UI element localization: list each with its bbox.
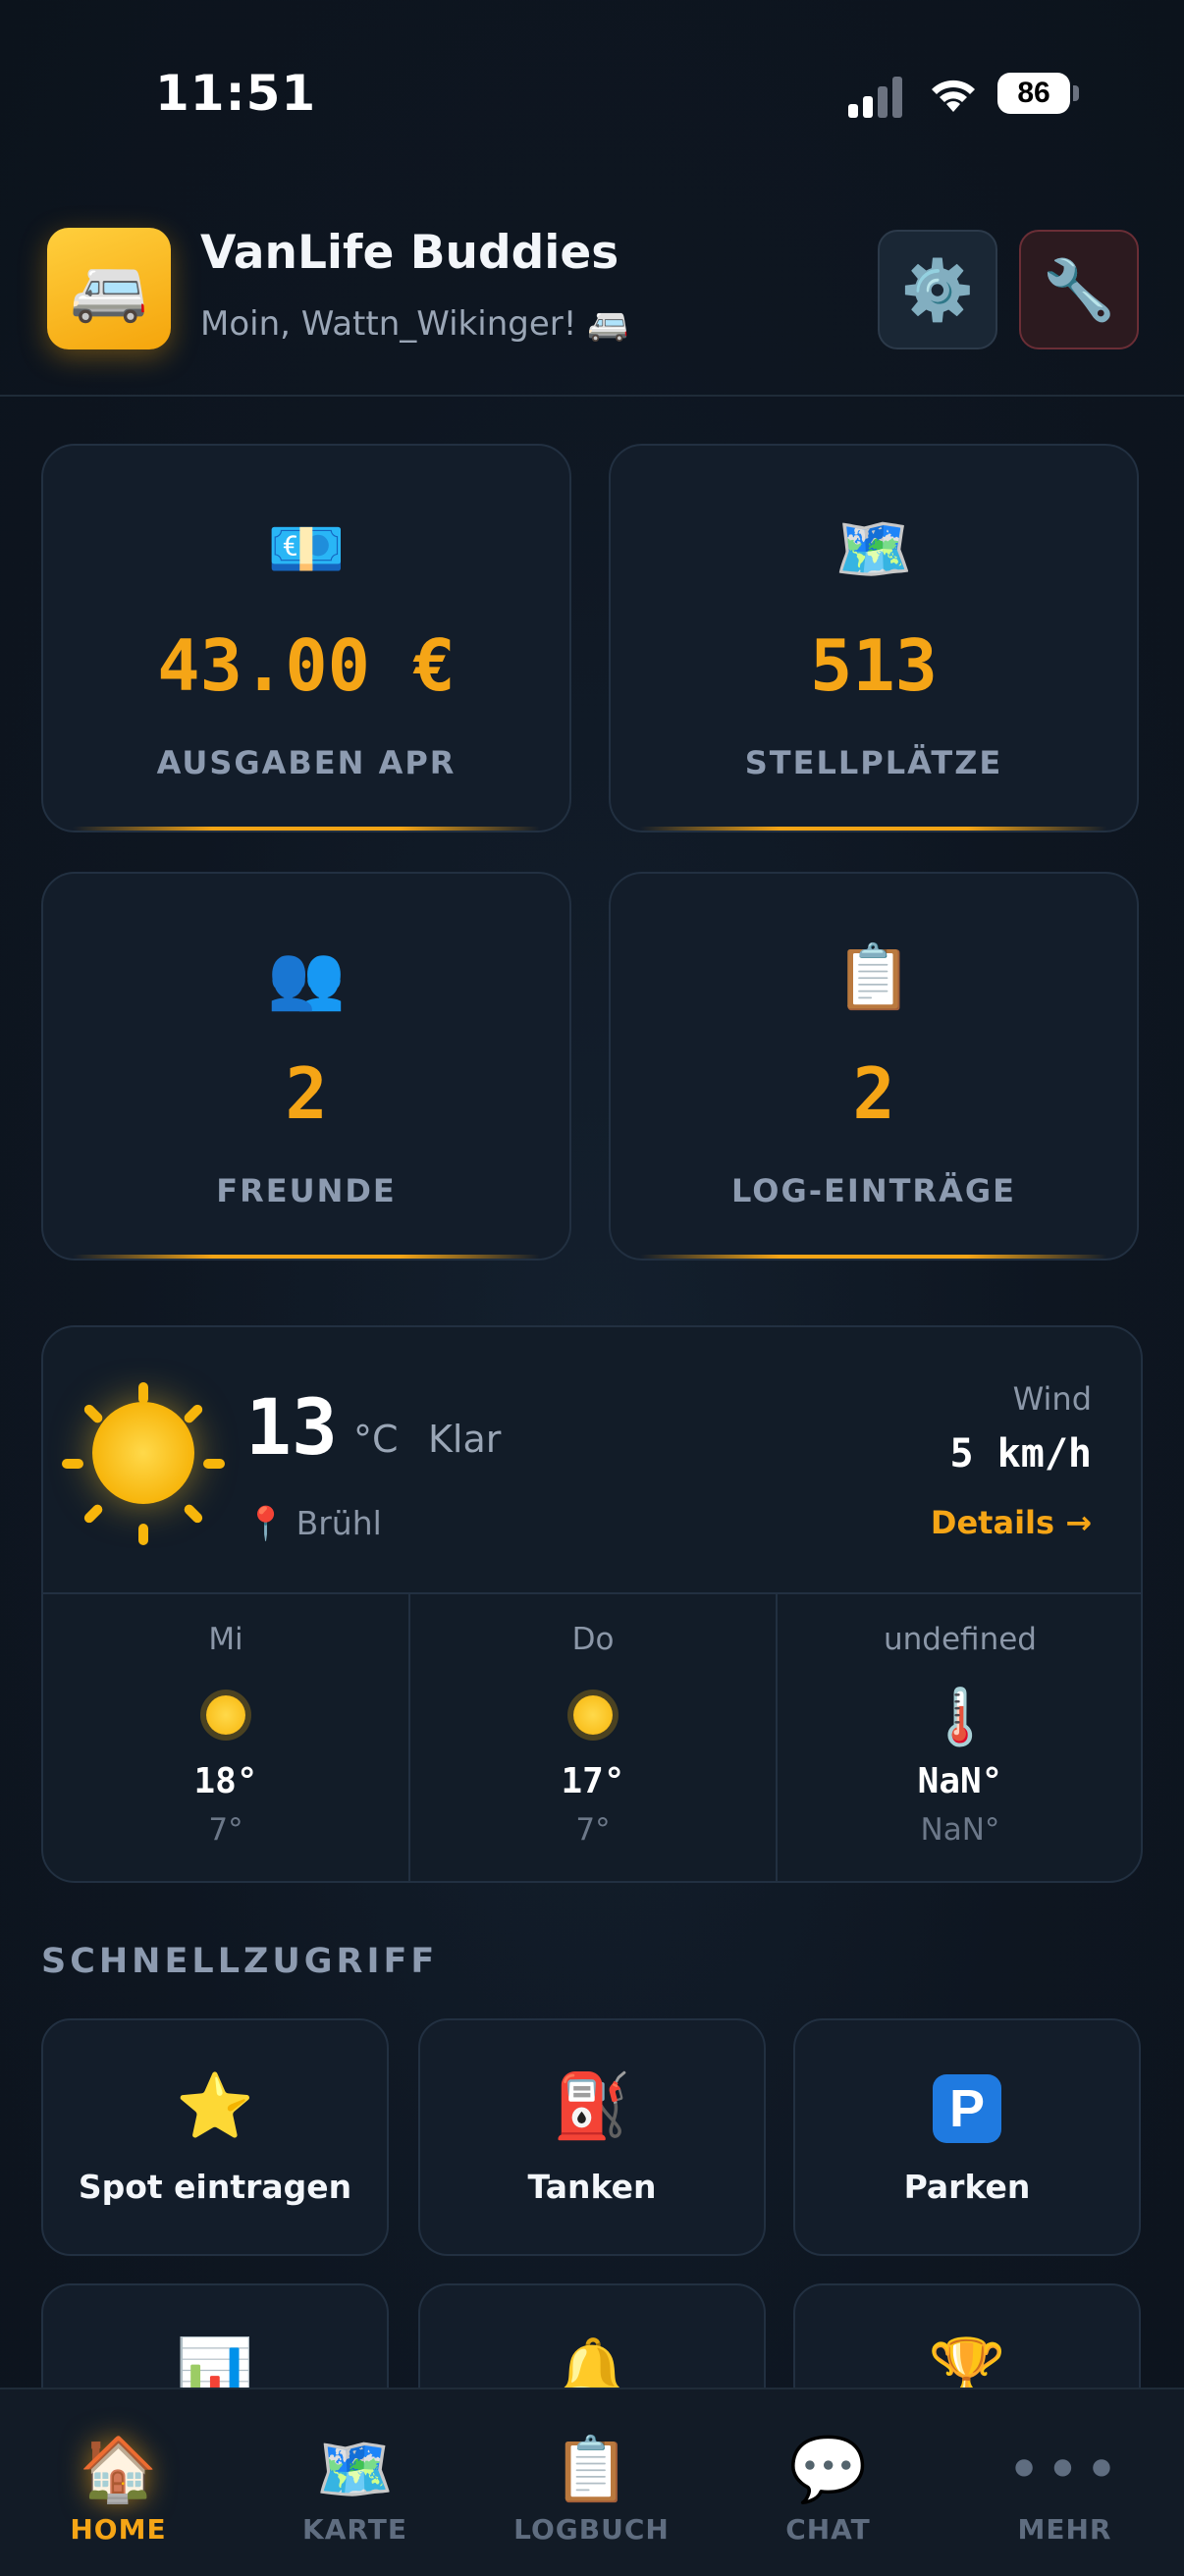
forecast-day-label: Do: [571, 1622, 615, 1657]
tools-button[interactable]: 🔧: [1019, 230, 1139, 349]
stat-value: 2: [852, 1052, 895, 1135]
parking-icon: P: [933, 2074, 1001, 2143]
weather-details-link[interactable]: Details →: [931, 1504, 1092, 1541]
battery-icon: 86: [997, 73, 1080, 116]
nav-label: MEHR: [1017, 2513, 1112, 2546]
forecast-day-label: Mi: [208, 1622, 243, 1657]
weather-location: 📍 Brühl: [245, 1504, 382, 1542]
stat-value: 2: [285, 1052, 328, 1135]
sun-icon: [573, 1695, 613, 1735]
app-logo: 🚐: [47, 228, 171, 349]
speech-bubble-icon: 💬: [788, 2434, 868, 2506]
quick-action-label: Tanken: [527, 2168, 657, 2206]
stat-value: 43.00 €: [157, 624, 456, 707]
quick-action-label: Spot eintragen: [78, 2168, 352, 2206]
clipboard-icon: 📋: [834, 941, 913, 1014]
thermometer-icon: 🌡️: [926, 1686, 995, 1749]
nav-label: KARTE: [302, 2513, 407, 2546]
quick-action-add-spot[interactable]: ⭐ Spot eintragen: [41, 2018, 389, 2256]
nav-chat[interactable]: 💬 CHAT: [710, 2389, 946, 2576]
stat-label: STELLPLÄTZE: [744, 744, 1003, 781]
nav-home[interactable]: 🏠 HOME: [0, 2389, 237, 2576]
wrench-icon: 🔧: [1042, 255, 1116, 325]
stat-card-spots[interactable]: 🗺️ 513 STELLPLÄTZE: [609, 444, 1139, 832]
nav-map[interactable]: 🗺️ KARTE: [237, 2389, 473, 2576]
battery-level: 86: [997, 73, 1070, 114]
stat-label: FREUNDE: [216, 1172, 397, 1209]
forecast-high: 17°: [561, 1761, 625, 1801]
header-divider: [0, 395, 1184, 397]
nav-label: HOME: [70, 2513, 167, 2546]
more-dots-icon: •••: [1006, 2436, 1123, 2504]
nav-label: CHAT: [785, 2513, 871, 2546]
forecast-low: NaN°: [920, 1812, 1000, 1848]
weather-condition: Klar: [428, 1418, 502, 1461]
stat-card-log-entries[interactable]: 📋 2 LOG-EINTRÄGE: [609, 872, 1139, 1261]
friends-icon: 👥: [267, 941, 346, 1014]
stat-label: AUSGABEN APR: [156, 744, 457, 781]
house-icon: 🏠: [79, 2434, 158, 2506]
temperature-unit: °C: [353, 1418, 399, 1461]
quick-action-label: Parken: [903, 2168, 1031, 2206]
app-title: VanLife Buddies: [200, 226, 619, 280]
stat-card-friends[interactable]: 👥 2 FREUNDE: [41, 872, 571, 1261]
forecast-low: 7°: [575, 1812, 611, 1848]
forecast-low: 7°: [208, 1812, 243, 1848]
quick-action-fuel[interactable]: ⛽ Tanken: [418, 2018, 766, 2256]
quick-action-parking[interactable]: P Parken: [793, 2018, 1141, 2256]
settings-button[interactable]: ⚙️: [878, 230, 997, 349]
map-icon: 🗺️: [315, 2434, 395, 2506]
section-title-quick-access: SCHNELLZUGRIFF: [41, 1942, 439, 1981]
forecast-high: 18°: [193, 1761, 258, 1801]
forecast-day: Do 17° 7°: [410, 1594, 776, 1881]
gear-icon: ⚙️: [900, 255, 975, 325]
weather-card[interactable]: 13 °C Klar 📍 Brühl Wind 5 km/h Details →…: [41, 1325, 1143, 1883]
star-icon: ⭐: [176, 2070, 254, 2143]
wifi-icon: [927, 71, 980, 114]
greeting-text: Moin, Wattn_Wikinger! 🚐: [200, 304, 629, 344]
wind-value: 5 km/h: [949, 1431, 1093, 1476]
clipboard-icon: 📋: [552, 2434, 631, 2506]
current-temperature: 13: [245, 1384, 338, 1473]
forecast-day: undefined 🌡️ NaN° NaN°: [778, 1594, 1141, 1881]
nav-logbook[interactable]: 📋 LOGBUCH: [473, 2389, 710, 2576]
status-time: 11:51: [155, 65, 317, 122]
stat-value: 513: [809, 624, 939, 707]
cellular-signal-icon: [848, 75, 903, 118]
sun-icon: [206, 1695, 245, 1735]
forecast-day: Mi 18° 7°: [43, 1594, 408, 1881]
money-icon: 💶: [267, 513, 346, 586]
stat-card-expenses[interactable]: 💶 43.00 € AUSGABEN APR: [41, 444, 571, 832]
stat-label: LOG-EINTRÄGE: [731, 1172, 1016, 1209]
forecast-high: NaN°: [917, 1761, 1003, 1801]
nav-more[interactable]: ••• MEHR: [946, 2389, 1183, 2576]
forecast-day-label: undefined: [884, 1622, 1037, 1657]
sun-icon: [62, 1382, 225, 1545]
wind-label: Wind: [1012, 1380, 1092, 1418]
fuel-pump-icon: ⛽: [553, 2070, 631, 2143]
map-icon: 🗺️: [834, 513, 913, 586]
bottom-navigation: 🏠 HOME 🗺️ KARTE 📋 LOGBUCH 💬 CHAT ••• MEH…: [0, 2388, 1184, 2576]
nav-label: LOGBUCH: [513, 2513, 670, 2546]
